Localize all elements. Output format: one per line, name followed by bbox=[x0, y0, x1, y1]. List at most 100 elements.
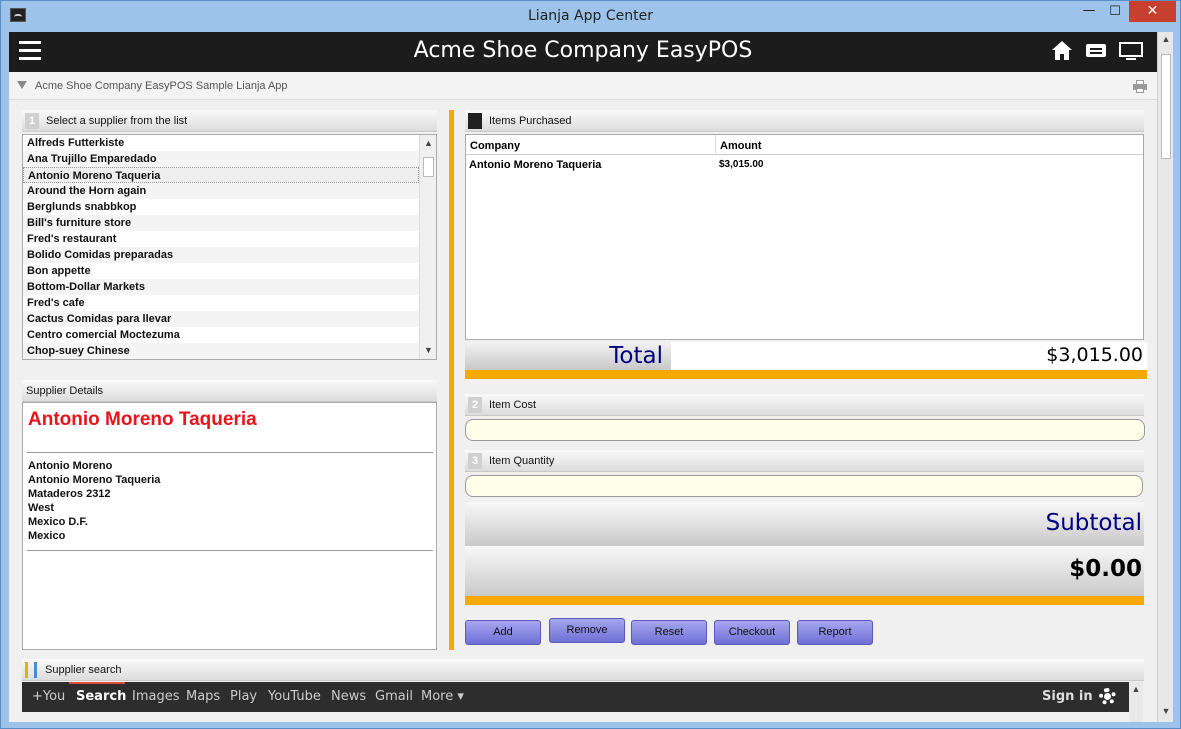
title-bar: Lianja App Center — ☐ ✕ bbox=[1, 1, 1180, 31]
list-item[interactable]: Fred's restaurant bbox=[23, 231, 419, 247]
total-value: $3,015.00 bbox=[1046, 344, 1143, 366]
divider bbox=[27, 550, 433, 551]
supplier-details-panel: Antonio Moreno Taqueria Antonio Moreno A… bbox=[22, 402, 437, 650]
message-icon[interactable] bbox=[1085, 41, 1107, 61]
app-title: Acme Shoe Company EasyPOS bbox=[413, 38, 753, 63]
list-item[interactable]: Bon appette bbox=[23, 263, 419, 279]
divider bbox=[27, 452, 433, 453]
list-item[interactable]: Fred's cafe bbox=[23, 295, 419, 311]
scroll-up-icon[interactable]: ▲ bbox=[420, 138, 436, 148]
scroll-thumb[interactable] bbox=[423, 157, 434, 177]
app-header: Acme Shoe Company EasyPOS bbox=[9, 32, 1157, 72]
section-number: 3 bbox=[468, 453, 482, 469]
remove-button[interactable]: Remove bbox=[549, 618, 625, 643]
nav-search[interactable]: Search bbox=[76, 689, 126, 704]
items-purchased-header: Items Purchased bbox=[465, 110, 1144, 132]
column-separator[interactable] bbox=[715, 135, 716, 155]
accent-divider bbox=[465, 370, 1147, 379]
column-header-amount[interactable]: Amount bbox=[720, 140, 762, 152]
gear-icon[interactable] bbox=[1099, 688, 1116, 705]
supplier-name: Antonio Moreno Taqueria bbox=[28, 409, 257, 430]
client-area: Acme Shoe Company EasyPOS ▲ ▼ Acme Shoe … bbox=[9, 32, 1173, 722]
table-row[interactable]: Antonio Moreno Taqueria $3,015.00 bbox=[466, 157, 1143, 173]
subtotal-value-band: $0.00 bbox=[465, 546, 1144, 596]
supplier-list[interactable]: Alfreds Futterkiste Ana Trujillo Empareda… bbox=[22, 134, 437, 360]
column-header-company[interactable]: Company bbox=[470, 140, 520, 152]
list-item[interactable]: Antonio Moreno Taqueria bbox=[23, 167, 419, 183]
supplier-search-header: Supplier search bbox=[22, 659, 1144, 681]
supplier-details-header: Supplier Details bbox=[22, 380, 437, 402]
scroll-down-icon[interactable]: ▼ bbox=[1158, 706, 1173, 716]
supplier-search-label: Supplier search bbox=[45, 664, 122, 676]
nav-images[interactable]: Images bbox=[132, 689, 180, 704]
app-window: Lianja App Center — ☐ ✕ Acme Shoe Compan… bbox=[0, 0, 1181, 729]
item-quantity-label: Item Quantity bbox=[489, 455, 555, 467]
screen-icon[interactable] bbox=[1119, 41, 1143, 61]
item-cost-header: 2 Item Cost bbox=[465, 394, 1144, 416]
list-item[interactable]: Berglunds snabbkop bbox=[23, 199, 419, 215]
list-item[interactable]: Around the Horn again bbox=[23, 183, 419, 199]
minimize-button[interactable]: — bbox=[1076, 3, 1102, 25]
subtotal-value: $0.00 bbox=[1069, 556, 1142, 582]
total-label-box: Total bbox=[465, 342, 671, 370]
cell-amount: $3,015.00 bbox=[719, 159, 764, 170]
home-icon[interactable] bbox=[1051, 41, 1073, 61]
scroll-down-icon[interactable]: ▼ bbox=[420, 345, 436, 355]
item-cost-label: Item Cost bbox=[489, 399, 537, 411]
close-button[interactable]: ✕ bbox=[1129, 1, 1176, 22]
supplier-list-label: Select a supplier from the list bbox=[46, 115, 188, 127]
item-cost-input[interactable] bbox=[465, 419, 1145, 441]
scroll-up-icon[interactable]: ▲ bbox=[1158, 34, 1173, 44]
breadcrumb-text: Acme Shoe Company EasyPOS Sample Lianja … bbox=[35, 80, 288, 92]
nav-you[interactable]: +You bbox=[32, 689, 65, 704]
checkout-button[interactable]: Checkout bbox=[714, 620, 790, 645]
nav-more[interactable]: More ▾ bbox=[421, 689, 464, 704]
list-item[interactable]: Bottom-Dollar Markets bbox=[23, 279, 419, 295]
address-line: West bbox=[28, 502, 55, 514]
accent-divider bbox=[449, 110, 454, 650]
maximize-button[interactable]: ☐ bbox=[1102, 4, 1128, 26]
breadcrumb: Acme Shoe Company EasyPOS Sample Lianja … bbox=[9, 72, 1157, 100]
search-frame-scrollbar[interactable]: ▲ bbox=[1129, 682, 1143, 722]
total-label: Total bbox=[609, 343, 663, 369]
list-item[interactable]: Bolido Comidas preparadas bbox=[23, 247, 419, 263]
nav-play[interactable]: Play bbox=[230, 689, 257, 704]
supplier-list-scrollbar[interactable]: ▲ ▼ bbox=[419, 135, 436, 359]
page-scrollbar[interactable]: ▲ ▼ bbox=[1157, 32, 1173, 722]
items-grid[interactable]: Company Amount Antonio Moreno Taqueria $… bbox=[465, 134, 1144, 340]
print-icon[interactable] bbox=[1133, 80, 1147, 93]
items-icon bbox=[468, 113, 482, 129]
section-number: 1 bbox=[25, 113, 39, 129]
grid-header: Company Amount bbox=[466, 135, 1143, 155]
list-item[interactable]: Alfreds Futterkiste bbox=[23, 135, 419, 151]
search-section-icon bbox=[25, 662, 37, 678]
item-quantity-input[interactable] bbox=[465, 475, 1143, 497]
address-line: Mexico bbox=[28, 530, 66, 542]
scroll-thumb[interactable] bbox=[1161, 54, 1171, 159]
list-item[interactable]: Ana Trujillo Emparedado bbox=[23, 151, 419, 167]
scroll-up-icon[interactable]: ▲ bbox=[1129, 684, 1143, 694]
address-line: Mexico D.F. bbox=[28, 516, 88, 528]
list-item[interactable]: Cactus Comidas para llevar bbox=[23, 311, 419, 327]
address-line: Antonio Moreno bbox=[28, 460, 113, 472]
sign-in-link[interactable]: Sign in bbox=[1042, 689, 1093, 704]
supplier-details-label: Supplier Details bbox=[26, 385, 104, 397]
list-item[interactable]: Bill's furniture store bbox=[23, 215, 419, 231]
address-line: Mataderos 2312 bbox=[28, 488, 111, 500]
nav-news[interactable]: News bbox=[331, 689, 366, 704]
subtotal-label: Subtotal bbox=[1045, 510, 1142, 536]
items-purchased-label: Items Purchased bbox=[489, 115, 572, 127]
reset-button[interactable]: Reset bbox=[631, 620, 707, 645]
report-button[interactable]: Report bbox=[797, 620, 873, 645]
nav-maps[interactable]: Maps bbox=[186, 689, 220, 704]
list-item[interactable]: Centro comercial Moctezuma bbox=[23, 327, 419, 343]
add-button[interactable]: Add bbox=[465, 620, 541, 645]
active-tab-indicator bbox=[69, 682, 125, 684]
accent-divider bbox=[465, 596, 1144, 605]
item-quantity-header: 3 Item Quantity bbox=[465, 450, 1144, 472]
nav-gmail[interactable]: Gmail bbox=[375, 689, 413, 704]
collapse-triangle-icon[interactable] bbox=[17, 81, 27, 89]
nav-youtube[interactable]: YouTube bbox=[268, 689, 321, 704]
cell-company: Antonio Moreno Taqueria bbox=[469, 159, 602, 171]
list-item[interactable]: Chop-suey Chinese bbox=[23, 343, 419, 359]
